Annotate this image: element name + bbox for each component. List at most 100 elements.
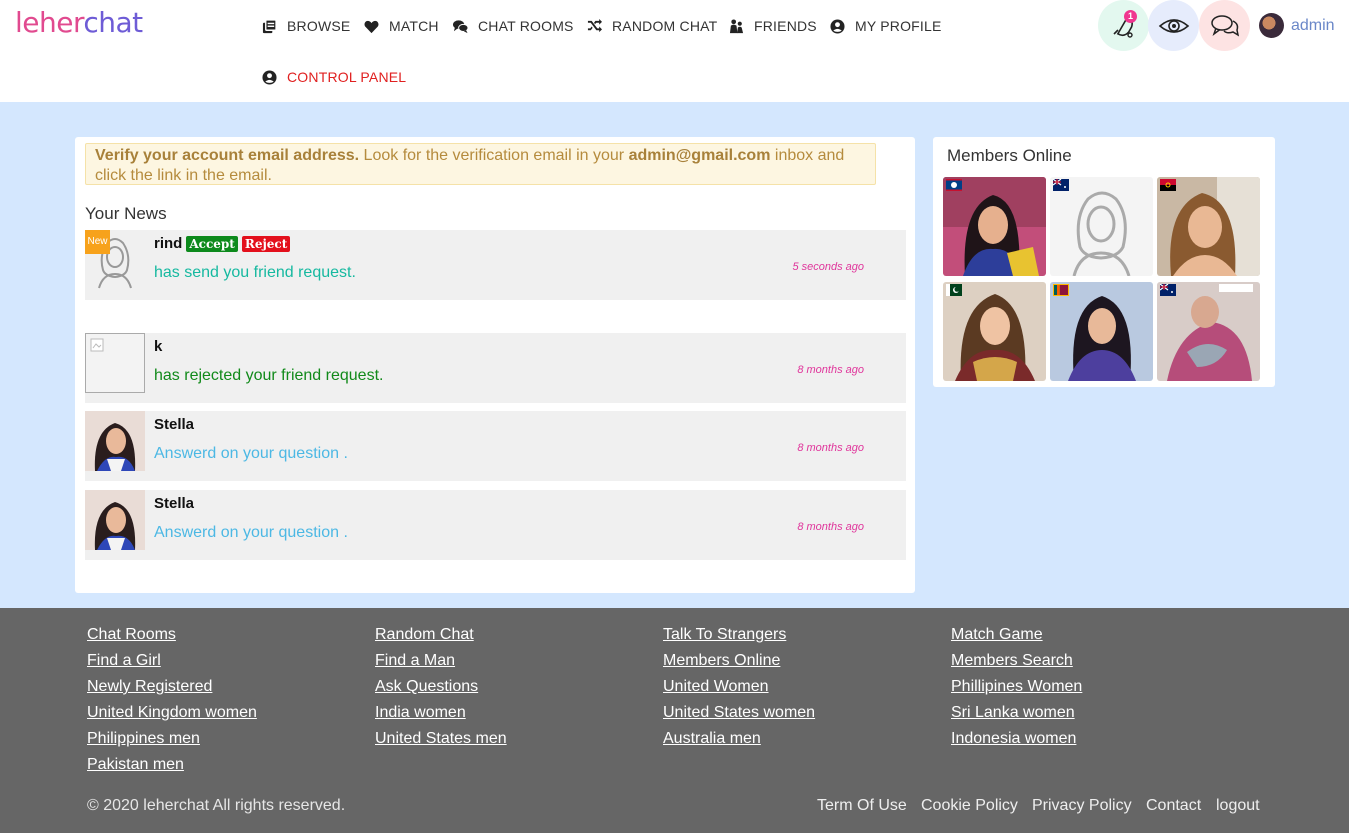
members-online-title: Members Online (947, 146, 1072, 165)
reject-button[interactable]: Reject (241, 235, 291, 252)
news-message: Answerd on your question . (154, 524, 348, 541)
pakistan-flag-icon (946, 284, 962, 296)
news-name: k (154, 338, 163, 355)
news-name: Stella (154, 416, 195, 433)
user-circle-icon (830, 18, 845, 34)
site-footer: Chat Rooms Find a Girl Newly Registered … (0, 608, 1349, 833)
nav-browse[interactable]: BROWSE (262, 18, 350, 34)
footer-link[interactable]: Match Game (951, 626, 1043, 644)
nav-chat-rooms-label: CHAT ROOMS (478, 18, 574, 34)
news-title: Your News (85, 204, 167, 223)
nav-control-panel[interactable]: CONTROL PANEL (262, 69, 406, 85)
nav-friends-label: FRIENDS (754, 18, 817, 34)
notifications-button[interactable]: 1 (1098, 0, 1149, 51)
australia-flag-icon (1053, 179, 1069, 191)
member-thumb[interactable] (1157, 282, 1260, 381)
news-time: 8 months ago (797, 364, 864, 376)
member-photo (1157, 177, 1260, 276)
member-thumb[interactable] (1050, 177, 1153, 276)
news-item[interactable]: k has rejected your friend request. 8 mo… (85, 333, 906, 403)
nav-control-panel-label: CONTROL PANEL (287, 69, 407, 85)
news-time: 5 seconds ago (792, 261, 864, 273)
username: admin (1291, 16, 1335, 34)
avatar (1259, 13, 1284, 38)
footer-cookie-link[interactable]: Cookie Policy (921, 797, 1018, 815)
nav-match[interactable]: MATCH (364, 18, 439, 34)
main-panel: Verify your account email address. Look … (75, 137, 915, 593)
nav-my-profile-label: MY PROFILE (855, 18, 942, 34)
heart-icon (364, 20, 379, 33)
nav-my-profile[interactable]: MY PROFILE (830, 18, 942, 34)
member-photo (1157, 282, 1260, 381)
news-message: has rejected your friend request. (154, 367, 384, 384)
friends-icon (729, 18, 744, 33)
footer-link[interactable]: Find a Girl (87, 652, 161, 670)
footer-link[interactable]: Philippines men (87, 730, 200, 748)
nav-chat-rooms[interactable]: CHAT ROOMS (453, 18, 574, 34)
footer-link[interactable]: Pakistan men (87, 756, 184, 774)
footer-link[interactable]: Newly Registered (87, 678, 212, 696)
copyright: © 2020 leherchat All rights reserved. (87, 797, 346, 814)
footer-link[interactable]: Sri Lanka women (951, 704, 1075, 722)
user-menu[interactable]: admin (1259, 13, 1335, 38)
nav-match-label: MATCH (389, 18, 439, 34)
footer-contact-link[interactable]: Contact (1146, 797, 1201, 815)
footer-link[interactable]: Australia men (663, 730, 761, 748)
nav-random-chat-label: RANDOM CHAT (612, 18, 718, 34)
views-button[interactable] (1148, 0, 1199, 51)
new-badge: New (85, 230, 110, 254)
shuffle-icon (587, 18, 602, 32)
footer-link[interactable]: Phillipines Women (951, 678, 1082, 696)
belize-flag-icon (946, 179, 962, 191)
chat-bubble-icon (1210, 14, 1239, 37)
footer-link[interactable]: Ask Questions (375, 678, 478, 696)
footer-link[interactable]: Random Chat (375, 626, 474, 644)
footer-link[interactable]: Talk To Strangers (663, 626, 786, 644)
news-name: Stella (154, 495, 195, 512)
messages-button[interactable] (1199, 0, 1250, 51)
footer-link[interactable]: United Women (663, 678, 769, 696)
footer-privacy-link[interactable]: Privacy Policy (1032, 797, 1132, 815)
nav-friends[interactable]: FRIENDS (729, 18, 817, 34)
avatar-placeholder-icon (1050, 177, 1153, 276)
footer-link[interactable]: United States women (663, 704, 815, 722)
comments-icon (453, 19, 468, 33)
footer-link[interactable]: United States men (375, 730, 507, 748)
member-thumb[interactable] (943, 282, 1046, 381)
footer-link[interactable]: Members Online (663, 652, 780, 670)
verify-email-alert: Verify your account email address. Look … (85, 143, 876, 185)
user-circle-icon (262, 69, 277, 85)
avatar (85, 411, 145, 471)
footer-logout-link[interactable]: logout (1216, 797, 1260, 815)
member-photo (943, 282, 1046, 381)
footer-link[interactable]: Indonesia women (951, 730, 1076, 748)
footer-link[interactable]: Members Search (951, 652, 1073, 670)
news-item[interactable]: Stella Answerd on your question . 8 mont… (85, 490, 906, 560)
news-message: Answerd on your question . (154, 445, 348, 462)
member-photo (943, 177, 1046, 276)
news-item[interactable]: Stella Answerd on your question . 8 mont… (85, 411, 906, 481)
notification-count-badge: 1 (1124, 10, 1137, 23)
news-item[interactable]: New rind Accept Reject has send you frie… (85, 230, 906, 300)
footer-link[interactable]: United Kingdom women (87, 704, 257, 722)
news-time: 8 months ago (797, 521, 864, 533)
news-message: has send you friend request. (154, 264, 356, 281)
footer-link[interactable]: Chat Rooms (87, 626, 176, 644)
member-thumb[interactable] (1050, 282, 1153, 381)
australia-flag-icon (1160, 284, 1176, 296)
member-thumb[interactable] (943, 177, 1046, 276)
browse-icon (262, 18, 277, 33)
eye-icon (1158, 18, 1189, 33)
accept-button[interactable]: Accept (186, 235, 238, 252)
avatar (85, 490, 145, 550)
footer-terms-link[interactable]: Term Of Use (817, 797, 907, 815)
sri-lanka-flag-icon (1053, 284, 1069, 296)
footer-link[interactable]: India women (375, 704, 466, 722)
site-header: leherchat BROWSE MATCH CHAT ROOMS RANDOM… (0, 0, 1349, 102)
nav-random-chat[interactable]: RANDOM CHAT (587, 18, 717, 34)
member-thumb[interactable] (1157, 177, 1260, 276)
angola-flag-icon (1160, 179, 1176, 191)
footer-link[interactable]: Find a Man (375, 652, 455, 670)
member-photo (1050, 282, 1153, 381)
site-logo[interactable]: leherchat (15, 6, 143, 39)
